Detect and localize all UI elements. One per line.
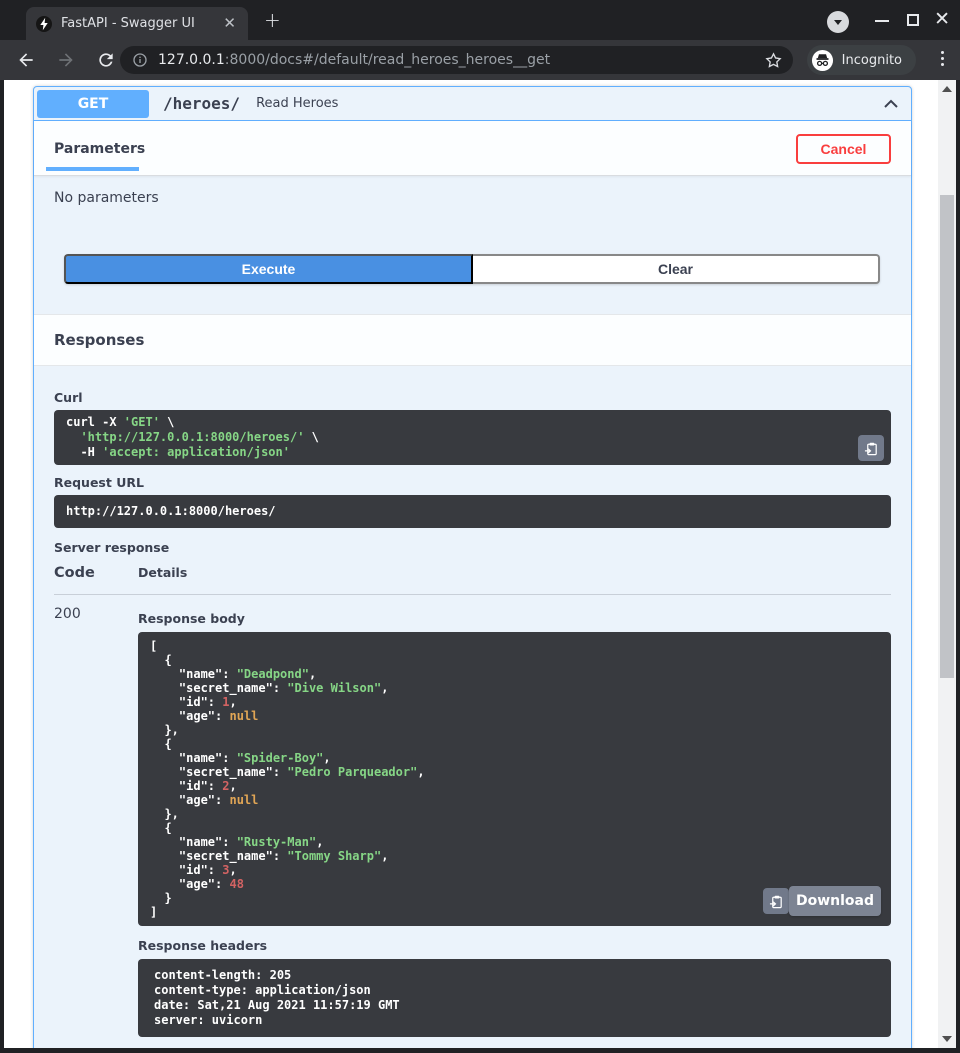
incognito-badge: Incognito xyxy=(807,45,916,75)
url-host: 127.0.0.1 xyxy=(158,52,225,68)
tab-close-icon[interactable]: ✕ xyxy=(221,16,238,31)
browser-titlebar: FastAPI - Swagger UI ✕ + ✕ xyxy=(0,0,960,40)
url-path: :8000/docs#/default/read_heroes_heroes__… xyxy=(225,52,550,68)
scrollbar-thumb[interactable] xyxy=(940,195,954,678)
responses-body: Curl curl -X 'GET' \ 'http://127.0.0.1:8… xyxy=(34,366,911,1048)
swagger-page: GET /heroes/ Read Heroes Parameters Canc… xyxy=(4,80,938,1048)
tab-parameters[interactable]: Parameters xyxy=(54,141,145,157)
curl-code-block: curl -X 'GET' \ 'http://127.0.0.1:8000/h… xyxy=(54,410,891,465)
no-parameters-text: No parameters xyxy=(34,176,911,206)
copy-curl-button[interactable] xyxy=(858,435,884,461)
minimize-button[interactable] xyxy=(875,20,889,22)
incognito-icon xyxy=(811,49,834,72)
scroll-up-arrow-icon[interactable] xyxy=(942,86,952,92)
tab-parameters-underline xyxy=(46,167,139,171)
copy-icon xyxy=(864,441,879,456)
response-body-block: Download [ { "name": "Deadpond", "secret… xyxy=(138,632,891,926)
scroll-down-arrow-icon[interactable] xyxy=(942,1036,952,1042)
response-details: Response body Do xyxy=(138,595,891,1037)
responses-section-title: Responses xyxy=(34,314,911,366)
browser-window: FastAPI - Swagger UI ✕ + ✕ 127.0.0.1:800… xyxy=(0,0,960,1053)
window-close-button[interactable]: ✕ xyxy=(934,8,950,30)
new-tab-button[interactable]: + xyxy=(264,9,281,31)
opblock-get-heroes: GET /heroes/ Read Heroes Parameters Canc… xyxy=(33,86,912,1048)
info-icon[interactable] xyxy=(132,52,148,68)
response-headers-block: content-length: 205content-type: applica… xyxy=(138,959,891,1037)
opblock-header[interactable]: GET /heroes/ Read Heroes xyxy=(34,87,911,121)
http-method-badge: GET xyxy=(37,90,149,118)
chevron-up-icon xyxy=(881,94,901,114)
copy-icon xyxy=(769,894,784,909)
execute-button-group: Execute Clear xyxy=(64,254,880,284)
response-headers-label: Response headers xyxy=(138,938,891,953)
page-content: GET /heroes/ Read Heroes Parameters Canc… xyxy=(4,80,956,1048)
maximize-button[interactable] xyxy=(907,14,919,26)
request-url-block: http://127.0.0.1:8000/heroes/ xyxy=(54,495,891,528)
execute-button[interactable]: Execute xyxy=(64,254,473,284)
bookmark-star-icon[interactable] xyxy=(764,51,783,70)
server-response-table: Code Details 200 Response body xyxy=(54,565,891,1037)
response-body-label: Response body xyxy=(138,611,891,626)
status-code: 200 xyxy=(54,595,138,1037)
collapse-button[interactable] xyxy=(879,92,903,116)
cancel-button[interactable]: Cancel xyxy=(796,134,891,164)
server-response-label: Server response xyxy=(54,540,891,555)
parameters-section-header: Parameters Cancel xyxy=(34,121,911,176)
browser-toolbar: 127.0.0.1:8000/docs#/default/read_heroes… xyxy=(0,40,960,80)
curl-label: Curl xyxy=(54,390,891,405)
clear-button[interactable]: Clear xyxy=(473,254,880,284)
chevron-down-icon xyxy=(834,20,842,25)
download-button[interactable]: Download xyxy=(789,886,881,916)
fastapi-favicon-icon xyxy=(36,16,52,32)
request-url-label: Request URL xyxy=(54,475,891,490)
reload-button[interactable] xyxy=(96,50,116,70)
incognito-label: Incognito xyxy=(842,53,902,68)
details-column-header: Details xyxy=(138,565,187,580)
browser-tab[interactable]: FastAPI - Swagger UI ✕ xyxy=(26,7,248,40)
table-row: 200 Response body xyxy=(54,595,891,1037)
code-column-header: Code xyxy=(54,565,138,581)
kebab-menu-icon[interactable] xyxy=(941,51,944,66)
endpoint-summary: Read Heroes xyxy=(256,96,879,111)
table-header: Code Details xyxy=(54,565,891,595)
page-scrollbar[interactable] xyxy=(938,80,956,1048)
tab-title: FastAPI - Swagger UI xyxy=(61,16,221,31)
endpoint-path: /heroes/ xyxy=(163,94,240,113)
forward-button[interactable] xyxy=(56,50,76,70)
url-bar[interactable]: 127.0.0.1:8000/docs#/default/read_heroes… xyxy=(120,46,793,74)
url-text[interactable]: 127.0.0.1:8000/docs#/default/read_heroes… xyxy=(158,52,764,68)
copy-response-button[interactable] xyxy=(763,888,789,914)
back-button[interactable] xyxy=(16,50,36,70)
tab-search-button[interactable] xyxy=(827,11,849,33)
